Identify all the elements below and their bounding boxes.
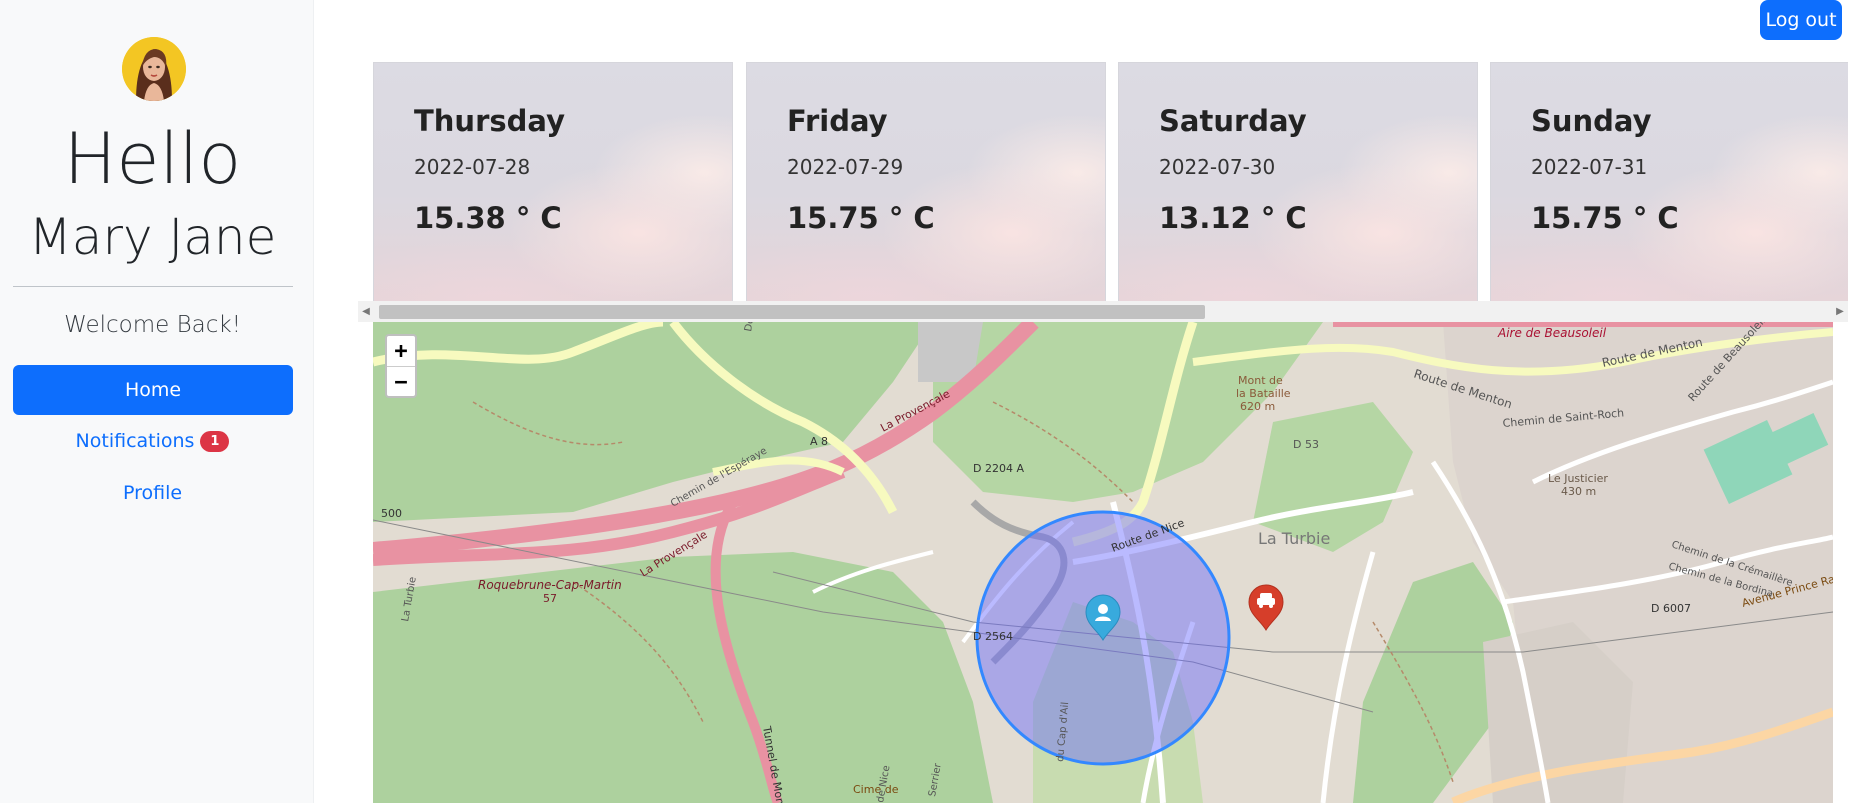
map-tiles[interactable]: Aire de Beausoleil Route de Menton Route…: [373, 322, 1833, 803]
notifications-badge: 1: [200, 430, 230, 452]
forecast-temp: 13.12 ° C: [1159, 201, 1307, 235]
forecast-strip[interactable]: Thursday 2022-07-28 15.38 ° C Friday 202…: [373, 60, 1848, 303]
avatar: [122, 37, 186, 101]
forest-area: [373, 552, 993, 803]
scrollbar-thumb[interactable]: [379, 305, 1205, 319]
forecast-date: 2022-07-29: [787, 155, 904, 179]
map-label: D 53: [1293, 438, 1319, 451]
forecast-day: Friday: [787, 104, 888, 138]
zoom-in-button[interactable]: +: [387, 336, 415, 367]
map-label: Roquebrune-Cap-Martin: [478, 578, 622, 592]
map-label: Aire de Beausoleil: [1497, 326, 1607, 340]
forecast-temp: 15.38 ° C: [414, 201, 562, 235]
map-zoom-control: + −: [385, 334, 417, 398]
nav-home-button[interactable]: Home: [13, 365, 293, 415]
map-label: La Turbie: [1258, 529, 1330, 548]
map-label: 57: [543, 592, 557, 605]
sidebar-divider: [13, 286, 293, 287]
greeting-heading: Hello: [63, 118, 242, 200]
avatar-image: [122, 37, 186, 101]
map-label: 620 m: [1240, 400, 1275, 413]
map-label: A 8: [810, 435, 828, 448]
scroll-right-arrow-icon[interactable]: ▶: [1832, 301, 1848, 322]
forecast-temp: 15.75 ° C: [1531, 201, 1679, 235]
map-label: 430 m: [1561, 485, 1596, 498]
forecast-card: Thursday 2022-07-28 15.38 ° C: [373, 62, 733, 302]
welcome-text: Welcome Back!: [64, 312, 241, 338]
map-label: Le Justicier: [1548, 472, 1608, 485]
forecast-date: 2022-07-31: [1531, 155, 1648, 179]
forecast-day: Thursday: [414, 104, 565, 138]
map-label: D 2564: [973, 630, 1013, 643]
zoom-out-button[interactable]: −: [387, 367, 415, 397]
forecast-card: Sunday 2022-07-31 15.75 ° C: [1490, 62, 1848, 302]
logout-button[interactable]: Log out: [1760, 0, 1842, 40]
map-label: 500: [381, 507, 402, 520]
map[interactable]: Aire de Beausoleil Route de Menton Route…: [373, 322, 1833, 803]
forecast-day: Sunday: [1531, 104, 1652, 138]
nav-notifications-link[interactable]: Notifications 1: [0, 430, 305, 452]
forecast-date: 2022-07-28: [414, 155, 531, 179]
nav-profile-link[interactable]: Profile: [0, 482, 305, 504]
forecast-date: 2022-07-30: [1159, 155, 1276, 179]
forecast-card: Saturday 2022-07-30 13.12 ° C: [1118, 62, 1478, 302]
sidebar: Hello Mary Jane Welcome Back! Home Notif…: [0, 0, 314, 803]
map-label: D 2204 A: [973, 462, 1024, 475]
forecast-temp: 15.75 ° C: [787, 201, 935, 235]
forecast-card: Friday 2022-07-29 15.75 ° C: [746, 62, 1106, 302]
forecast-scrollbar[interactable]: ◀ ▶: [358, 301, 1848, 322]
user-name: Mary Jane: [28, 208, 277, 266]
nav-notifications-label: Notifications: [75, 430, 195, 452]
forecast-day: Saturday: [1159, 104, 1307, 138]
map-label: la Bataille: [1236, 387, 1291, 400]
map-label: Mont de: [1238, 374, 1283, 387]
map-label: D 6007: [1651, 602, 1691, 615]
scroll-left-arrow-icon[interactable]: ◀: [358, 301, 374, 322]
